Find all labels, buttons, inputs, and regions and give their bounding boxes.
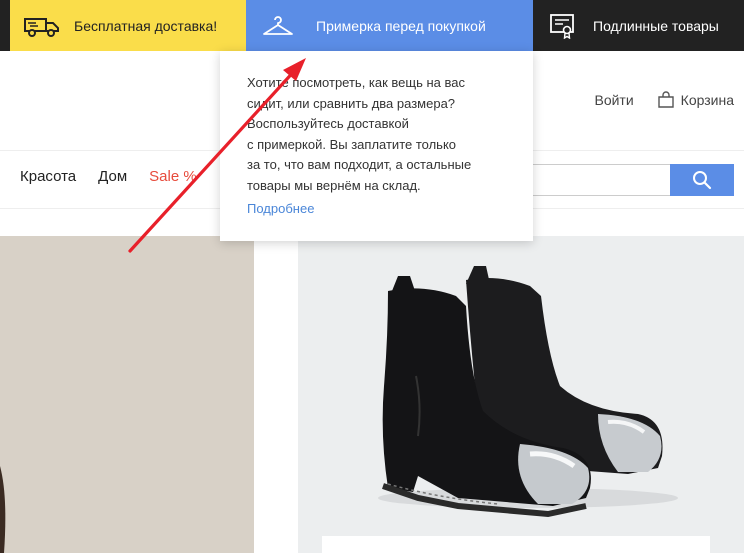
product-image-chelsea-boots[interactable] [298, 236, 744, 553]
banner-image-left[interactable] [0, 236, 254, 553]
clothes-hanger-icon [262, 15, 294, 37]
search-icon [692, 170, 712, 190]
shopping-bag-icon [657, 91, 675, 109]
cart-label: Корзина [680, 92, 734, 108]
promo-free-delivery[interactable]: Бесплатная доставка! [10, 0, 246, 51]
promo-bar: Бесплатная доставка! Примерка перед поку… [0, 0, 744, 51]
category-nav: Красота Дом Sale % [20, 168, 219, 185]
promo-fitting[interactable]: Примерка перед покупкой [246, 0, 533, 51]
promo-fitting-label: Примерка перед покупкой [316, 17, 486, 34]
search-input[interactable] [520, 164, 670, 196]
delivery-truck-icon [24, 15, 60, 37]
cart-link[interactable]: Корзина [657, 91, 744, 109]
promo-authentic[interactable]: Подлинные товары [533, 0, 744, 51]
login-link[interactable]: Войти [594, 92, 633, 108]
certificate-icon [549, 13, 575, 39]
nav-item-beauty[interactable]: Красота [20, 168, 76, 185]
promo-free-delivery-label: Бесплатная доставка! [74, 17, 218, 34]
search-button[interactable] [670, 164, 734, 196]
nav-item-home[interactable]: Дом [98, 168, 127, 185]
fitting-tooltip-text: Хотите посмотреть, как вещь на вас сидит… [247, 75, 472, 193]
nav-item-sale[interactable]: Sale % [149, 168, 197, 185]
product-card-footer [322, 536, 710, 553]
header-actions: Войти Корзина [594, 88, 744, 112]
promo-left-edge [0, 0, 10, 51]
fitting-tooltip: Хотите посмотреть, как вещь на вас сидит… [220, 51, 533, 241]
fitting-more-link[interactable]: Подробнее [247, 201, 513, 216]
promo-authentic-label: Подлинные товары [593, 17, 719, 34]
